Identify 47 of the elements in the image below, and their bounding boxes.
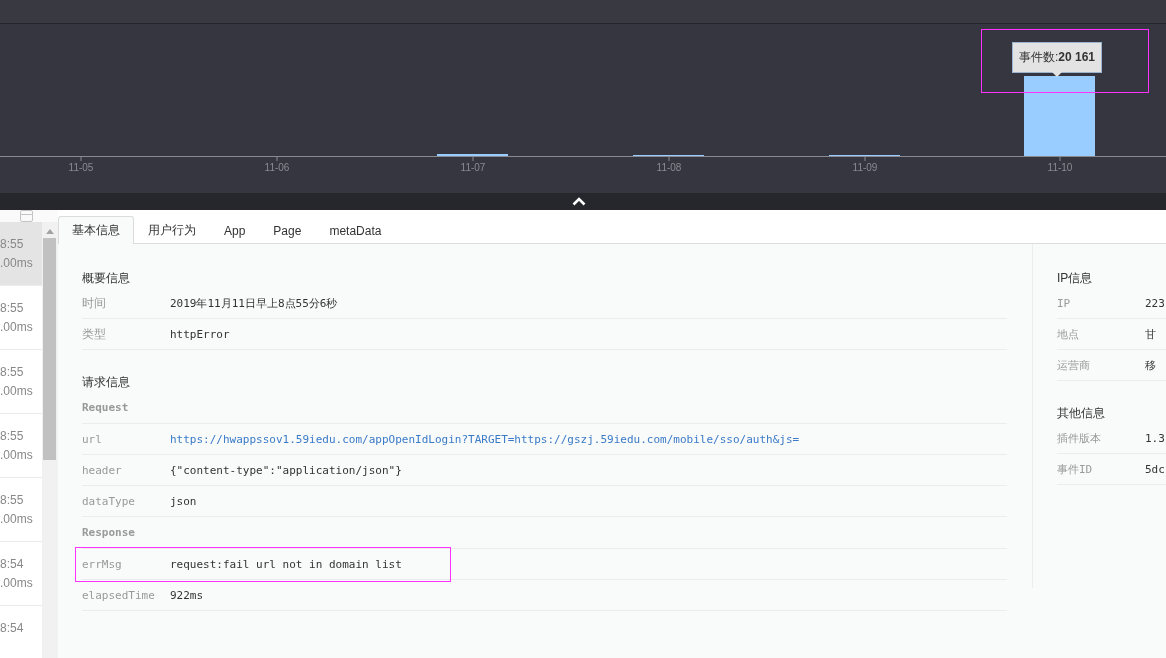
tab[interactable]: Page bbox=[259, 216, 316, 244]
url-link[interactable]: https://hwappssov1.59iedu.com/appOpenIdLogin?TARGET=https://gszj.59iedu.com/mobile/sso/auth&js= bbox=[170, 432, 800, 446]
field-value: 甘 bbox=[1145, 326, 1156, 342]
scrollbar-thumb[interactable] bbox=[43, 238, 56, 460]
axis-label: 11-10 bbox=[1047, 162, 1073, 173]
group-title: Response bbox=[82, 517, 1007, 549]
field-label: 类型 bbox=[82, 325, 107, 343]
field-value: 223 bbox=[1145, 296, 1165, 310]
field-label: elapsedTime bbox=[82, 588, 156, 602]
field-label: header bbox=[82, 463, 123, 477]
group-title: Request bbox=[82, 392, 1007, 424]
axis-label: 11-09 bbox=[852, 162, 878, 173]
tab[interactable]: metaData bbox=[315, 216, 396, 244]
field-label: 时间 bbox=[82, 294, 107, 312]
field-value: 922ms bbox=[170, 588, 204, 602]
section-title: 其他信息 bbox=[1057, 405, 1106, 422]
field-value: httpError bbox=[170, 327, 230, 341]
field-value: 移 bbox=[1145, 357, 1156, 373]
field-label: 插件版本 bbox=[1057, 430, 1102, 446]
field-label: errMsg bbox=[82, 557, 123, 571]
field-label: dataType bbox=[82, 494, 136, 508]
field-label: 事件ID bbox=[1057, 461, 1094, 477]
field-value: {"content-type":"application/json"} bbox=[170, 463, 402, 477]
tab[interactable]: 基本信息 bbox=[58, 216, 134, 244]
axis-label: 11-06 bbox=[264, 162, 290, 173]
field-value: json bbox=[170, 494, 197, 508]
section-title: 概要信息 bbox=[82, 270, 131, 287]
axis-label: 11-05 bbox=[68, 162, 94, 173]
scroll-up-icon[interactable] bbox=[46, 229, 54, 234]
field-label: 运营商 bbox=[1057, 357, 1091, 373]
field-label: IP bbox=[1057, 296, 1072, 310]
axis-label: 11-08 bbox=[656, 162, 682, 173]
field-value: 1.3 bbox=[1145, 431, 1165, 445]
field-label: url bbox=[82, 432, 103, 446]
axis-label: 11-07 bbox=[460, 162, 486, 173]
section-title: 请求信息 bbox=[82, 374, 131, 391]
card-icon[interactable] bbox=[20, 210, 33, 222]
chevron-up-icon[interactable] bbox=[572, 197, 586, 206]
field-value: 5dc bbox=[1145, 462, 1165, 476]
field-value: 2019年11月11日早上8点55分6秒 bbox=[170, 295, 338, 311]
list-item[interactable]: 8:55 .00ms bbox=[0, 222, 42, 286]
scrollbar[interactable] bbox=[42, 222, 58, 658]
tab[interactable]: 用户行为 bbox=[134, 216, 210, 244]
section-title: IP信息 bbox=[1057, 270, 1094, 287]
field-label: 地点 bbox=[1057, 326, 1080, 342]
field-value: request:fail url not in domain list bbox=[170, 557, 402, 571]
tab[interactable]: App bbox=[210, 216, 260, 244]
